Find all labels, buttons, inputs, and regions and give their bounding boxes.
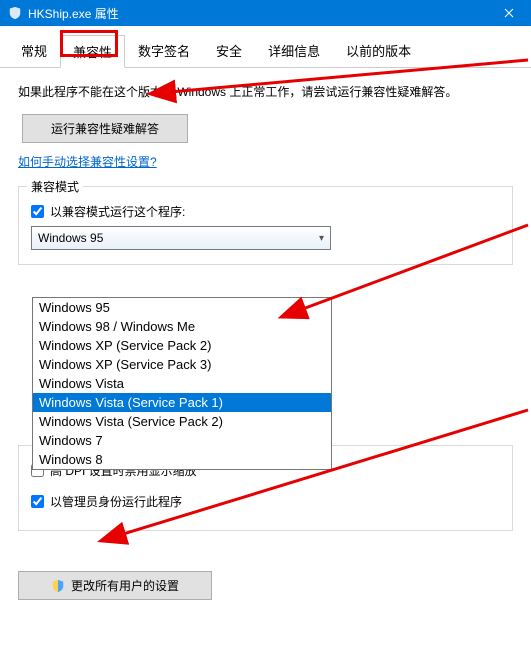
- manual-settings-link[interactable]: 如何手动选择兼容性设置?: [18, 153, 157, 170]
- compat-mode-fieldset: 兼容模式 以兼容模式运行这个程序: Windows 95 ▾: [18, 186, 513, 265]
- run-admin-checkbox[interactable]: [31, 495, 44, 508]
- compat-mode-selected: Windows 95: [38, 231, 103, 245]
- compat-description: 如果此程序不能在这个版本的 Windows 上正常工作，请尝试运行兼容性疑难解答…: [18, 82, 513, 102]
- dropdown-option[interactable]: Windows Vista (Service Pack 1): [33, 393, 331, 412]
- shield-icon: [51, 579, 65, 593]
- compat-mode-checkbox[interactable]: [31, 205, 44, 218]
- tab-general[interactable]: 常规: [8, 34, 60, 67]
- tab-security[interactable]: 安全: [203, 34, 255, 67]
- run-troubleshooter-button[interactable]: 运行兼容性疑难解答: [22, 114, 188, 143]
- change-all-users-label: 更改所有用户的设置: [71, 577, 179, 594]
- tab-digital-signatures[interactable]: 数字签名: [125, 34, 203, 67]
- run-admin-checkbox-row[interactable]: 以管理员身份运行此程序: [31, 493, 500, 510]
- dropdown-option[interactable]: Windows 8: [33, 450, 331, 469]
- tab-bar: 常规 兼容性 数字签名 安全 详细信息 以前的版本: [0, 30, 531, 68]
- chevron-down-icon: ▾: [319, 233, 324, 244]
- compat-mode-dropdown[interactable]: Windows 95 Windows 98 / Windows Me Windo…: [32, 297, 332, 470]
- dropdown-option[interactable]: Windows Vista (Service Pack 2): [33, 412, 331, 431]
- dropdown-option[interactable]: Windows 98 / Windows Me: [33, 317, 331, 336]
- dropdown-option[interactable]: Windows 95: [33, 298, 331, 317]
- dropdown-option[interactable]: Windows 7: [33, 431, 331, 450]
- change-all-users-button[interactable]: 更改所有用户的设置: [18, 571, 212, 600]
- compat-mode-checkbox-row[interactable]: 以兼容模式运行这个程序:: [31, 203, 500, 220]
- compat-mode-combobox[interactable]: Windows 95 ▾: [31, 226, 331, 250]
- compat-mode-legend: 兼容模式: [27, 178, 83, 195]
- app-icon: [8, 6, 22, 20]
- dropdown-option[interactable]: Windows XP (Service Pack 3): [33, 355, 331, 374]
- titlebar-title: HKShip.exe 属性: [28, 5, 119, 22]
- dropdown-option[interactable]: Windows Vista: [33, 374, 331, 393]
- dropdown-option[interactable]: Windows XP (Service Pack 2): [33, 336, 331, 355]
- run-admin-label: 以管理员身份运行此程序: [50, 493, 182, 510]
- compat-mode-checkbox-label: 以兼容模式运行这个程序:: [50, 203, 185, 220]
- tab-previous-versions[interactable]: 以前的版本: [333, 34, 424, 67]
- tab-compatibility[interactable]: 兼容性: [60, 35, 125, 68]
- close-button[interactable]: [486, 0, 531, 26]
- titlebar: HKShip.exe 属性: [0, 0, 531, 26]
- tab-details[interactable]: 详细信息: [255, 34, 333, 67]
